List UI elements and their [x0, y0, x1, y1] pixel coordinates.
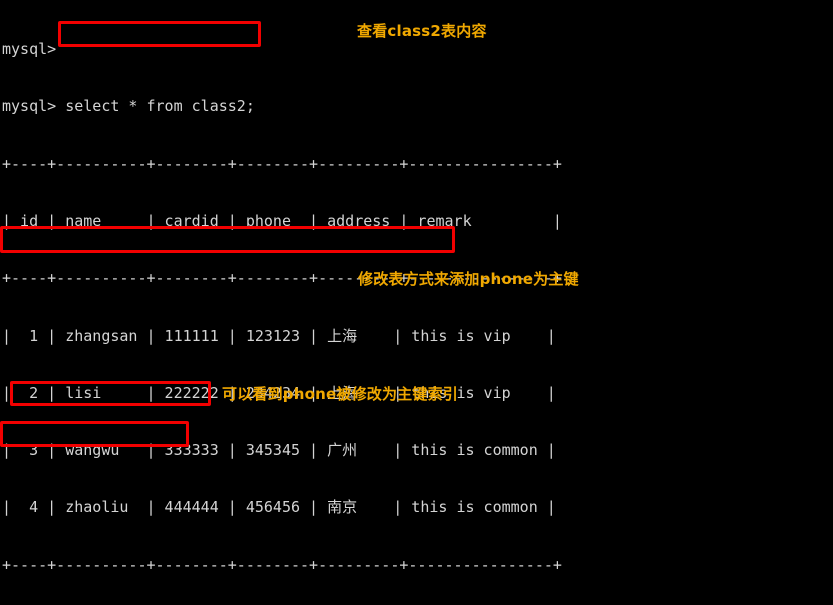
annotation-select-table: 查看class2表内容	[357, 22, 487, 40]
terminal-line-table-row: | 1 | zhangsan | 111111 | 123123 | 上海 | …	[2, 326, 556, 345]
terminal-output: mysql> mysql> select * from class2; +---…	[0, 2, 833, 605]
terminal-screen: mysql> mysql> select * from class2; +---…	[0, 0, 833, 605]
terminal-line: +----+----------+--------+--------+-----…	[2, 154, 562, 173]
terminal-line: +----+----------+--------+--------+-----…	[2, 555, 562, 574]
terminal-line-table-row: | 4 | zhaoliu | 444444 | 456456 | 南京 | t…	[2, 498, 556, 517]
terminal-line: mysql>	[2, 40, 57, 59]
terminal-line-select-command: mysql> select * from class2;	[2, 97, 255, 116]
annotation-primary-key-index: 可以看到phone被修改为主键索引	[222, 385, 458, 403]
terminal-line-table-row: | 3 | wangwu | 333333 | 345345 | 广州 | th…	[2, 441, 556, 460]
annotation-alter-primary-key: 修改表方式来添加phone为主键	[358, 270, 579, 288]
terminal-line-table-header: | id | name | cardid | phone | address |…	[2, 212, 562, 231]
